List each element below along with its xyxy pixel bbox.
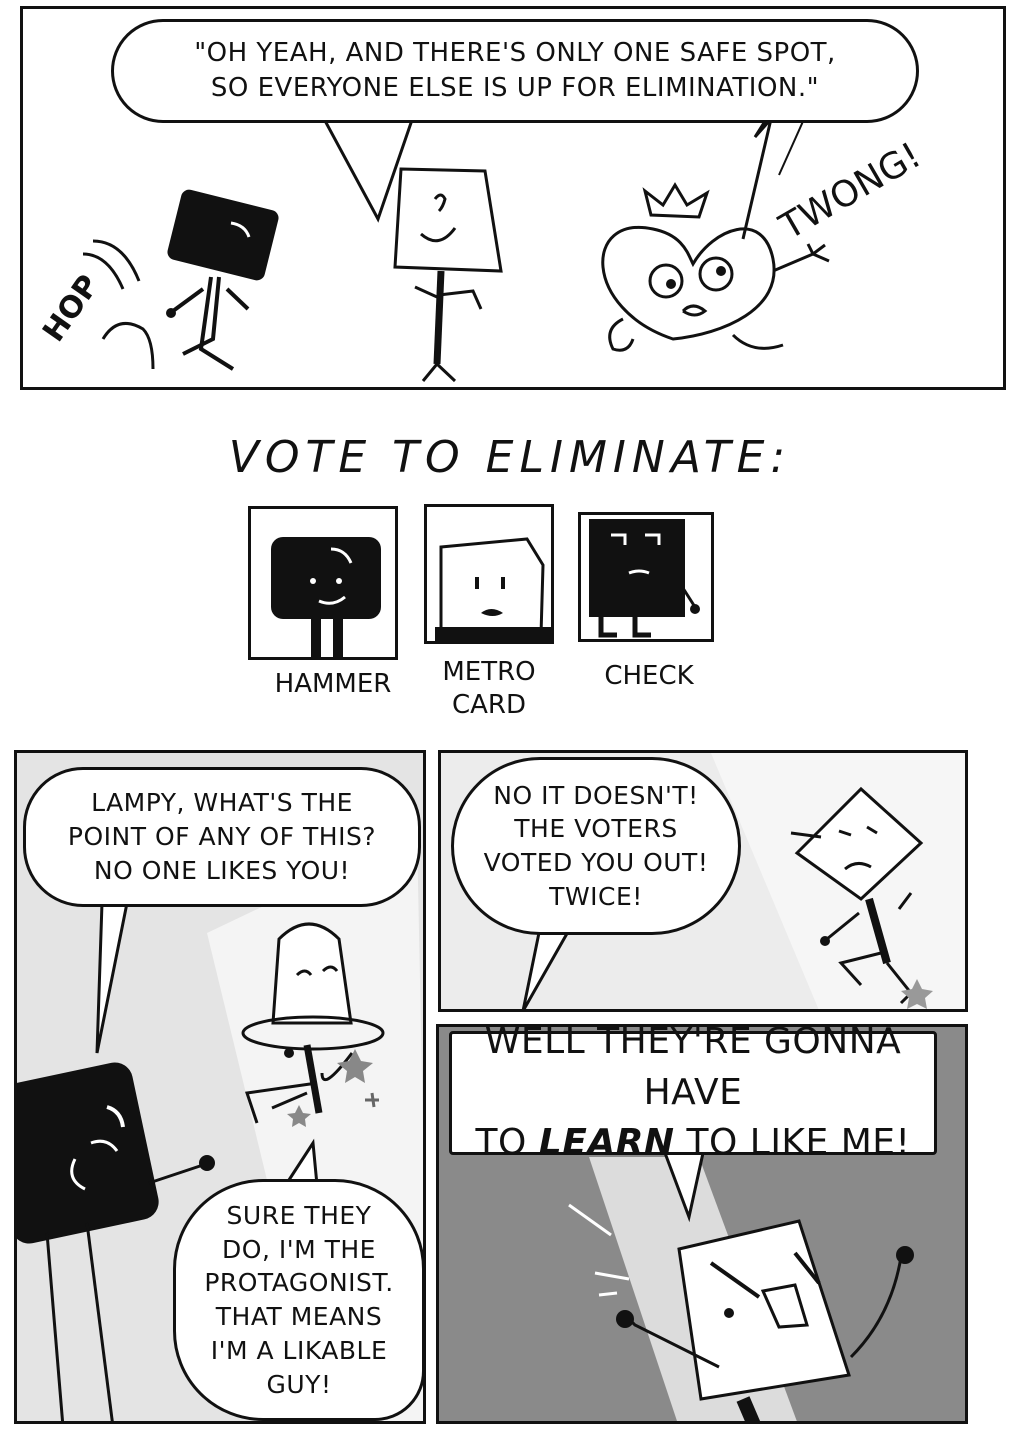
comic-panel-3: NO IT DOESN'T! THE VOTERS VOTED YOU OUT!… [438, 750, 968, 1012]
vote-card-hammer[interactable] [248, 506, 398, 660]
shout-line-2b: TO LIKE ME! [674, 1122, 911, 1164]
speech-bubble-hammer: LAMPY, WHAT'S THE POINT OF ANY OF THIS? … [23, 767, 421, 907]
speech-text-lamp-reply: SURE THEY DO, I'M THE PROTAGONIST. THAT … [204, 1200, 394, 1399]
speech-bubble-hammer-2: NO IT DOESN'T! THE VOTERS VOTED YOU OUT!… [451, 757, 741, 935]
shout-emphasis: LEARN [538, 1122, 675, 1164]
vote-card-metro-card[interactable] [424, 504, 554, 644]
hammer-portrait-icon [271, 537, 381, 657]
check-portrait-icon [589, 519, 700, 638]
vote-card-check[interactable] [578, 512, 714, 642]
speech-bubble-lamp-shout: WELL THEY'RE GONNA HAVE TO LEARN TO LIKE… [449, 1027, 937, 1163]
comic-panel-1: "OH YEAH, AND THERE'S ONLY ONE SAFE SPOT… [20, 6, 1006, 390]
speech-bubble-host: "OH YEAH, AND THERE'S ONLY ONE SAFE SPOT… [111, 19, 919, 123]
vote-title: VOTE TO ELIMINATE: [228, 432, 792, 483]
comic-panel-2: LAMPY, WHAT'S THE POINT OF ANY OF THIS? … [14, 750, 426, 1424]
vote-label-metro-card: METRO CARD [442, 657, 536, 720]
hammer-character-drawing [82, 189, 279, 371]
lamp-host-character-drawing [393, 167, 503, 383]
speech-bubble-lamp-reply: SURE THEY DO, I'M THE PROTAGONIST. THAT … [173, 1179, 423, 1421]
comic-panel-4: WELL THEY'RE GONNA HAVE TO LEARN TO LIKE… [436, 1024, 968, 1424]
speech-text-hammer: LAMPY, WHAT'S THE POINT OF ANY OF THIS? … [67, 788, 377, 885]
shout-line-1: WELL THEY'RE GONNA HAVE [484, 1024, 902, 1113]
metro-card-portrait-icon [435, 537, 551, 641]
vote-label-hammer: HAMMER [274, 669, 392, 699]
vote-label-check: CHECK [604, 661, 694, 691]
shout-line-2a: TO [475, 1122, 539, 1164]
speech-text-lamp-shout: WELL THEY'RE GONNA HAVE TO LEARN TO LIKE… [452, 1024, 934, 1169]
speech-text-hammer-2: NO IT DOESN'T! THE VOTERS VOTED YOU OUT!… [483, 780, 709, 911]
speech-text-host: "OH YEAH, AND THERE'S ONLY ONE SAFE SPOT… [194, 37, 836, 103]
